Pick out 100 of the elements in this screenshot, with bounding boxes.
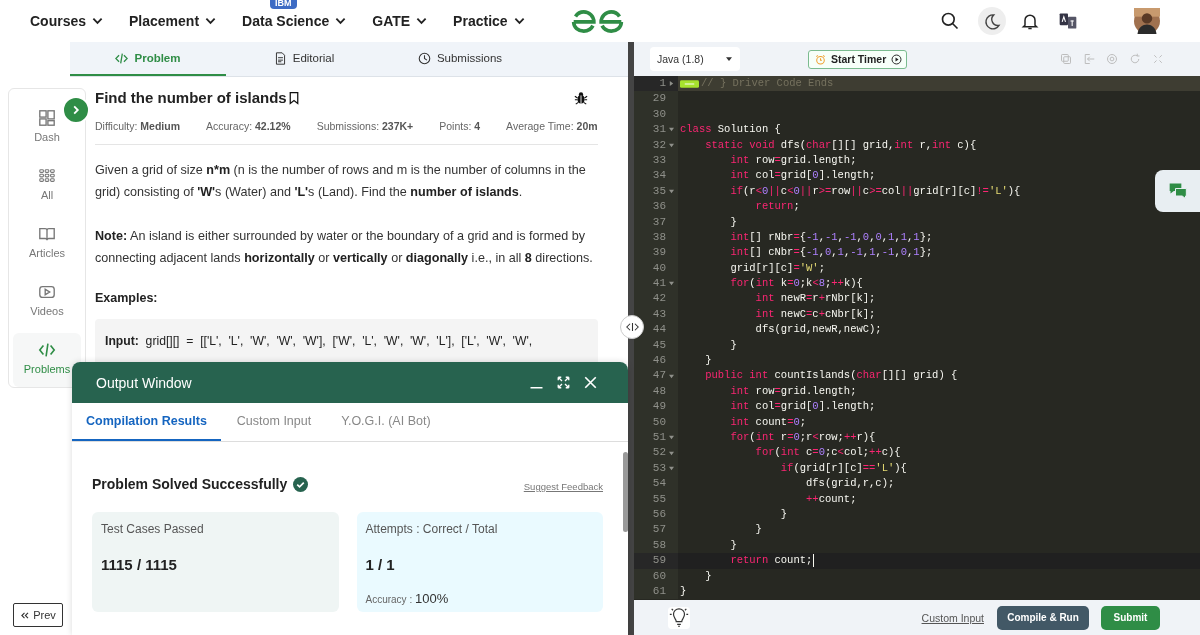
problem-description: Given a grid of size n*m (n is the number of rows and m is the number of columns in the grid) consisting of 'W's (Water) and 'L's (Land). Find the number of islands. — [95, 162, 587, 201]
custom-input-link[interactable]: Custom Input — [921, 611, 984, 624]
code-line: int row=grid.length; — [729, 152, 857, 168]
expand-icon[interactable] — [556, 375, 571, 390]
code-line: } — [729, 214, 737, 230]
tab[interactable]: Problem — [70, 42, 226, 76]
line-number: 60 — [651, 568, 666, 584]
line-number: 37 — [651, 214, 666, 230]
submit-button[interactable]: Submit — [1101, 605, 1160, 630]
line-number: 44 — [651, 322, 666, 338]
search-icon[interactable] — [940, 11, 960, 31]
tab[interactable]: Custom Input — [222, 403, 326, 441]
start-timer-button[interactable]: Start Timer — [808, 49, 908, 69]
chat-icon — [1167, 181, 1188, 201]
fold-arrow-icon[interactable] — [669, 142, 674, 148]
logo-icon[interactable] — [570, 8, 625, 34]
language-dropdown[interactable]: Java (1.8) — [650, 47, 740, 71]
line-number: 45 — [651, 337, 666, 353]
line-number: 34 — [651, 168, 666, 184]
accuracy-text: Accuracy : 100% — [365, 591, 450, 606]
lightbulb-icon[interactable] — [668, 606, 690, 629]
line-number: 42 — [651, 291, 666, 307]
moon-icon[interactable] — [978, 7, 1006, 35]
compile-run-button[interactable]: Compile & Run — [997, 605, 1089, 630]
line-number: 40 — [651, 260, 666, 276]
nav-menu[interactable]: Practice — [453, 10, 525, 32]
fold-arrow-icon[interactable] — [669, 281, 674, 287]
expand-button[interactable] — [62, 96, 90, 124]
line-number: 43 — [651, 306, 666, 322]
code-line: int count=0; — [729, 414, 807, 430]
code-icon — [38, 341, 56, 359]
code-line: if(r<0||c<0||r>=row||c>=col||grid[r][c]!='L'){ — [729, 183, 1021, 199]
suggest-feedback-link[interactable]: Suggest Feedback — [523, 481, 603, 492]
line-number: 41 — [651, 276, 666, 292]
translate-icon[interactable] — [1058, 11, 1078, 31]
problem-meta: Submissions: 237K+ — [316, 120, 414, 132]
nav-menu[interactable]: GATE — [372, 10, 428, 32]
collapsed-code-icon[interactable] — [680, 79, 699, 88]
code-line: } — [704, 568, 712, 584]
fold-arrow-icon[interactable] — [669, 127, 674, 133]
code-line: for(int c=0;c<col;++c){ — [754, 445, 901, 461]
tab[interactable]: Submissions — [382, 42, 538, 76]
line-number: 35 — [651, 183, 666, 199]
fold-arrow-icon[interactable] — [669, 450, 674, 456]
line-number: 46 — [651, 353, 666, 369]
close-icon[interactable] — [583, 375, 598, 390]
line-number: 61 — [651, 583, 666, 599]
tab[interactable]: Editorial — [226, 42, 382, 76]
line-number: 32 — [651, 137, 666, 153]
fold-arrow-icon[interactable] — [669, 435, 674, 441]
line-number: 47 — [651, 368, 666, 384]
sidebar-item[interactable]: Dash — [9, 101, 85, 155]
line-number: 36 — [651, 199, 666, 215]
code-line: if(grid[r][c]=='L'){ — [779, 460, 907, 476]
fold-arrow-icon[interactable] — [669, 373, 674, 379]
nav-menu[interactable]: Placement — [129, 10, 217, 32]
sidebar-item[interactable]: Problems — [13, 333, 81, 387]
line-number: 59 — [651, 553, 666, 569]
check-icon — [293, 476, 309, 492]
double-chevron-icon — [20, 611, 30, 619]
problem-description: Note: An island is either surrounded by water or the boundary of a grid and is formed by connecting adjacent lands horizontally or vertically or diagonally i.e., in all 8 directions. — [95, 228, 594, 267]
line-number: 39 — [651, 245, 666, 261]
code-line: class Solution { — [680, 122, 781, 138]
chat-button[interactable] — [1155, 170, 1200, 212]
problem-meta: Average Time: 20m — [506, 120, 598, 132]
sidebar-item[interactable]: All — [9, 159, 85, 213]
bug-icon[interactable] — [574, 90, 588, 105]
code-line: grid[r][c]='W'; — [729, 260, 825, 276]
example-text: Input: grid[][] = [['L', 'L', 'W', 'W', 'W'], ['W', 'L', 'W', 'W', 'L'], ['L', 'W', 'W', — [105, 334, 533, 348]
line-number: 54 — [651, 476, 666, 492]
line-number: 38 — [651, 229, 666, 245]
fold-arrow-icon[interactable] — [669, 81, 674, 87]
splitter-handle[interactable] — [620, 315, 644, 339]
line-number: 55 — [651, 491, 666, 507]
code-line: return count; — [729, 553, 813, 569]
sidebar-item[interactable]: Articles — [9, 217, 85, 271]
split-arrows-icon — [625, 322, 639, 332]
sidebar-item[interactable]: Videos — [9, 275, 85, 329]
bookmark-icon[interactable] — [288, 90, 299, 105]
text-cursor — [813, 554, 815, 568]
code-line: } — [729, 337, 737, 353]
fold-arrow-icon[interactable] — [669, 188, 674, 194]
prev-button[interactable]: Prev — [13, 603, 63, 627]
nav-menu[interactable]: Courses — [30, 10, 104, 32]
nav-menu[interactable]: Data Science — [242, 10, 347, 32]
status-message: Problem Solved Successfully — [92, 476, 288, 492]
fold-arrow-icon[interactable] — [669, 465, 674, 471]
document-icon — [273, 51, 287, 65]
chevron-icon — [513, 17, 525, 25]
line-number: 30 — [651, 106, 666, 122]
code-line: int row=grid.length; — [729, 383, 857, 399]
code-line: int[] cNbr={-1,0,1,-1,1,-1,0,1}; — [729, 245, 933, 261]
code-line: public int countIslands(char[][] grid) { — [704, 368, 958, 384]
scrollbar[interactable] — [623, 452, 628, 532]
tab[interactable]: Y.O.G.I. (AI Bot) — [327, 403, 445, 441]
card-label: Test Cases Passed — [101, 522, 205, 536]
tab[interactable]: Compilation Results — [72, 403, 221, 441]
code-line: } — [729, 537, 737, 553]
chevron-icon — [92, 17, 104, 25]
code-line: } — [680, 583, 687, 599]
